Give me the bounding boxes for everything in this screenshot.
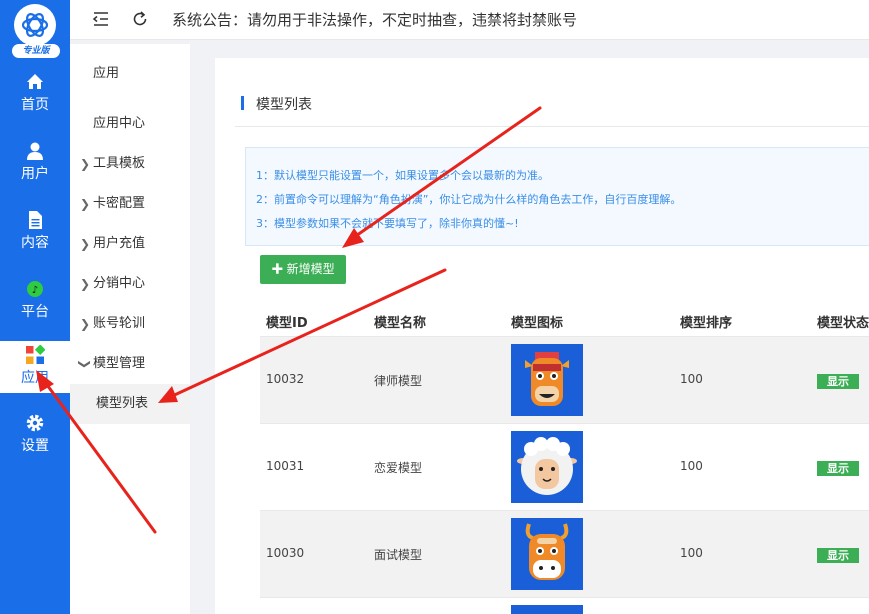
nav-label: 平台 bbox=[21, 304, 49, 320]
cell-model-name: 律师模型 bbox=[374, 374, 423, 388]
nav-item-content[interactable]: 内容 bbox=[0, 210, 70, 264]
home-icon bbox=[27, 74, 43, 89]
table-row bbox=[260, 598, 869, 614]
nav-item-platform[interactable]: ♪ 平台 bbox=[0, 279, 70, 333]
nav-item-user[interactable]: 用户 bbox=[0, 141, 70, 195]
refresh-icon[interactable] bbox=[131, 10, 149, 28]
model-icon bbox=[511, 605, 583, 614]
svg-text:♪: ♪ bbox=[32, 285, 38, 296]
submenu-item-tool-template[interactable]: ❯ 工具模板 bbox=[70, 144, 190, 184]
cell-model-id: 10032 bbox=[266, 372, 305, 386]
cell-model-id: 10031 bbox=[266, 459, 305, 473]
submenu-item-account-rotation[interactable]: ❯ 账号轮训 bbox=[70, 304, 190, 344]
main-content: 模型列表 1：默认模型只能设置一个，如果设置多个会以最新的为准。 2：前置命令可… bbox=[215, 58, 869, 614]
cell-model-sort: 100 bbox=[680, 546, 703, 560]
nav-label: 应用 bbox=[21, 370, 49, 386]
top-header: 系统公告：请勿用于非法操作，不定时抽查，违禁将封禁账号 bbox=[70, 0, 869, 40]
divider bbox=[235, 126, 869, 127]
cell-model-sort: 100 bbox=[680, 459, 703, 473]
document-icon bbox=[29, 211, 42, 229]
submenu-item-user-recharge[interactable]: ❯ 用户充值 bbox=[70, 224, 190, 264]
status-badge[interactable]: 显示 bbox=[817, 374, 859, 389]
plus-icon: ✚ bbox=[271, 262, 284, 276]
logo[interactable]: 专业版 bbox=[6, 4, 64, 60]
cell-model-sort: 100 bbox=[680, 372, 703, 386]
nav-item-home[interactable]: 首页 bbox=[0, 72, 70, 126]
cow-avatar-icon bbox=[511, 344, 583, 416]
table-row: 10031 恋爱模型 100 显示 bbox=[260, 424, 869, 511]
status-badge[interactable]: 显示 bbox=[817, 548, 859, 563]
column-header: 模型名称 bbox=[374, 316, 427, 331]
nav-item-settings[interactable]: 设置 bbox=[0, 413, 70, 467]
table-row: 10032 律师模型 100 显示 bbox=[260, 337, 869, 424]
collapse-menu-icon[interactable] bbox=[92, 10, 110, 28]
bull-avatar-icon bbox=[511, 518, 583, 590]
nav-label: 首页 bbox=[21, 97, 49, 113]
tip-line: 3：模型参数如果不会就不要填写了，除非你真的懂~! bbox=[256, 217, 519, 230]
chevron-right-icon: ❯ bbox=[80, 277, 91, 291]
submenu-title: 应用 bbox=[93, 66, 120, 81]
edition-badge: 专业版 bbox=[12, 44, 60, 58]
chevron-right-icon: ❯ bbox=[80, 237, 91, 251]
main-nav: 专业版 首页 用户 内容 ♪ 平台 应用 设置 bbox=[0, 0, 70, 614]
chevron-right-icon: ❯ bbox=[80, 317, 91, 331]
column-header: 模型排序 bbox=[680, 316, 733, 331]
system-notice: 系统公告：请勿用于非法操作，不定时抽查，违禁将封禁账号 bbox=[172, 11, 578, 29]
status-badge[interactable]: 显示 bbox=[817, 461, 859, 476]
sheep-avatar-icon bbox=[511, 431, 583, 503]
nav-label: 内容 bbox=[21, 235, 49, 251]
submenu-item-card-config[interactable]: ❯ 卡密配置 bbox=[70, 184, 190, 224]
tips-box: 1：默认模型只能设置一个，如果设置多个会以最新的为准。 2：前置命令可以理解为“… bbox=[245, 147, 869, 246]
column-header: 模型ID bbox=[266, 316, 308, 331]
music-icon: ♪ bbox=[27, 281, 43, 297]
gear-icon bbox=[26, 414, 44, 432]
user-icon bbox=[27, 142, 43, 160]
submenu-item-model-management[interactable]: ❯ 模型管理 bbox=[70, 344, 190, 384]
tip-line: 2：前置命令可以理解为“角色扮演”，你让它成为什么样的角色去工作，自行百度理解。 bbox=[256, 193, 682, 206]
submenu-item-model-list[interactable]: 模型列表 bbox=[70, 384, 190, 424]
column-header: 模型状态 bbox=[817, 316, 869, 331]
nav-item-apps[interactable]: 应用 bbox=[0, 341, 70, 393]
chevron-right-icon: ❯ bbox=[80, 157, 91, 171]
page-title: 模型列表 bbox=[256, 97, 312, 113]
nav-label: 设置 bbox=[21, 438, 49, 454]
submenu-item-distribution[interactable]: ❯ 分销中心 bbox=[70, 264, 190, 304]
submenu-item-app-center[interactable]: 应用中心 bbox=[70, 104, 190, 144]
chevron-right-icon: ❯ bbox=[80, 197, 91, 211]
cell-model-id: 10030 bbox=[266, 546, 305, 560]
apps-icon bbox=[26, 345, 45, 364]
cell-model-name: 恋爱模型 bbox=[374, 461, 423, 475]
title-accent-bar bbox=[241, 96, 244, 110]
openai-logo-icon bbox=[14, 4, 56, 46]
nav-label: 用户 bbox=[21, 166, 49, 182]
add-model-button[interactable]: ✚ 新增模型 bbox=[260, 255, 346, 284]
table-header: 模型ID 模型名称 模型图标 模型排序 模型状态 bbox=[260, 303, 869, 337]
cell-model-name: 面试模型 bbox=[374, 548, 423, 562]
tip-line: 1：默认模型只能设置一个，如果设置多个会以最新的为准。 bbox=[256, 169, 549, 182]
column-header: 模型图标 bbox=[511, 316, 564, 331]
app-submenu: 应用 应用中心 ❯ 工具模板 ❯ 卡密配置 ❯ 用户充值 ❯ 分销中心 ❯ 账号轮训 ❯ 模… bbox=[70, 44, 190, 614]
table-row: 10030 面试模型 100 显示 bbox=[260, 511, 869, 598]
